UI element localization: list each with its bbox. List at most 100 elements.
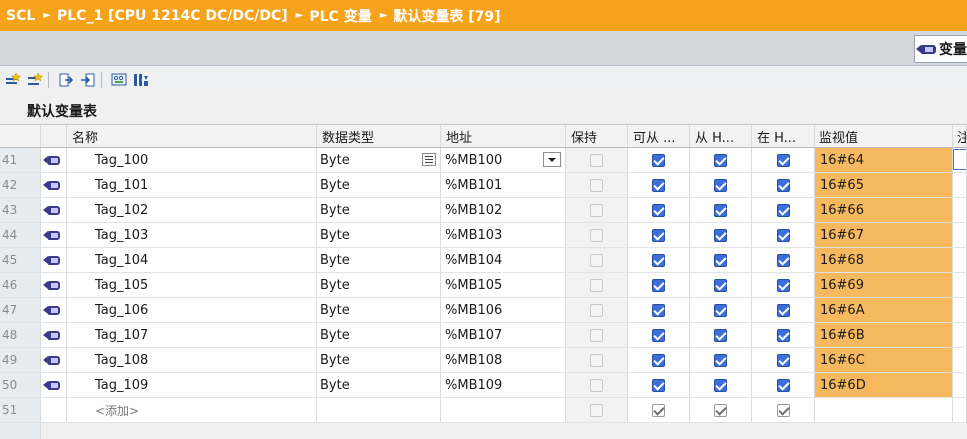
- accessible-checkbox[interactable]: [652, 178, 665, 192]
- comment-cell[interactable]: [953, 198, 967, 222]
- tag-name-cell[interactable]: Tag_106: [67, 298, 317, 322]
- column-header-address[interactable]: 地址: [441, 125, 566, 147]
- column-header-visible[interactable]: 在 H...: [752, 125, 815, 147]
- datatype-cell[interactable]: Byte: [317, 273, 441, 297]
- address-cell[interactable]: %MB104: [441, 248, 566, 272]
- accessible-checkbox[interactable]: [652, 253, 665, 267]
- table-row[interactable]: 49 Tag_108 Byte %MB108 16#6C: [0, 348, 967, 373]
- visible-checkbox[interactable]: [776, 353, 790, 367]
- accessible-checkbox[interactable]: [652, 278, 665, 292]
- tag-name-cell[interactable]: Tag_103: [67, 223, 317, 247]
- address-cell[interactable]: %MB107: [441, 323, 566, 347]
- accessible-checkbox[interactable]: [652, 353, 665, 367]
- insert-row-icon[interactable]: [4, 71, 22, 89]
- address-cell[interactable]: %MB105: [441, 273, 566, 297]
- column-header-comment[interactable]: 注: [953, 125, 967, 147]
- table-row[interactable]: 43 Tag_102 Byte %MB102 16#66: [0, 198, 967, 223]
- visible-checkbox[interactable]: [776, 303, 790, 317]
- breadcrumb-item[interactable]: PLC_1 [CPU 1214C DC/DC/DC]: [57, 8, 288, 24]
- datatype-cell[interactable]: Byte: [317, 323, 441, 347]
- column-header-datatype[interactable]: 数据类型: [317, 125, 441, 147]
- comment-cell[interactable]: [953, 223, 967, 247]
- retain-checkbox[interactable]: [590, 378, 603, 392]
- datatype-cell[interactable]: Byte: [317, 173, 441, 197]
- export-icon[interactable]: [57, 71, 75, 89]
- address-cell[interactable]: %MB108: [441, 348, 566, 372]
- breadcrumb-item[interactable]: 默认变量表 [79]: [393, 6, 500, 26]
- add-new-tag[interactable]: <添加>: [67, 398, 317, 422]
- writable-checkbox[interactable]: [714, 203, 727, 217]
- column-header-accessible[interactable]: 可从 ...: [628, 125, 690, 147]
- visible-checkbox[interactable]: [776, 153, 790, 167]
- retain-checkbox[interactable]: [590, 328, 603, 342]
- visible-checkbox[interactable]: [776, 253, 790, 267]
- column-header-name[interactable]: 名称: [67, 125, 317, 147]
- comment-cell[interactable]: [953, 173, 967, 197]
- table-row[interactable]: 47 Tag_106 Byte %MB106 16#6A: [0, 298, 967, 323]
- datatype-cell[interactable]: Byte: [317, 298, 441, 322]
- tab-variables[interactable]: 变量: [914, 35, 967, 63]
- tag-name-cell[interactable]: Tag_100: [67, 148, 317, 172]
- tag-name-cell[interactable]: Tag_102: [67, 198, 317, 222]
- address-cell[interactable]: %MB102: [441, 198, 566, 222]
- address-cell[interactable]: %MB100: [441, 148, 566, 172]
- retain-checkbox[interactable]: [590, 178, 603, 192]
- datatype-cell[interactable]: Byte: [317, 373, 441, 397]
- visible-checkbox[interactable]: [776, 203, 790, 217]
- retain-checkbox[interactable]: [590, 278, 603, 292]
- writable-checkbox[interactable]: [714, 178, 727, 192]
- comment-cell[interactable]: [953, 323, 967, 347]
- table-row[interactable]: 41 Tag_100 Byte %MB100 16#64: [0, 148, 967, 173]
- table-row[interactable]: 46 Tag_105 Byte %MB105 16#69: [0, 273, 967, 298]
- monitor-all-icon[interactable]: [110, 71, 128, 89]
- address-cell[interactable]: %MB103: [441, 223, 566, 247]
- retain-checkbox[interactable]: [590, 228, 603, 242]
- retain-checkbox[interactable]: [590, 353, 603, 367]
- column-header-monitor[interactable]: 监视值: [815, 125, 953, 147]
- retain-checkbox[interactable]: [590, 253, 603, 267]
- column-header-writable[interactable]: 从 H...: [690, 125, 752, 147]
- visible-checkbox[interactable]: [776, 378, 790, 392]
- writable-checkbox[interactable]: [714, 353, 727, 367]
- comment-cell[interactable]: [953, 348, 967, 372]
- tag-name-cell[interactable]: Tag_101: [67, 173, 317, 197]
- tag-name-cell[interactable]: Tag_108: [67, 348, 317, 372]
- datatype-picker-icon[interactable]: [422, 153, 436, 166]
- comment-cell[interactable]: [953, 373, 967, 397]
- add-row-icon[interactable]: [26, 71, 44, 89]
- accessible-checkbox[interactable]: [652, 228, 665, 242]
- visible-checkbox[interactable]: [776, 278, 790, 292]
- retain-checkbox[interactable]: [590, 153, 603, 167]
- accessible-checkbox[interactable]: [652, 303, 665, 317]
- writable-checkbox[interactable]: [714, 153, 727, 167]
- table-row[interactable]: 45 Tag_104 Byte %MB104 16#68: [0, 248, 967, 273]
- datatype-cell[interactable]: Byte: [317, 148, 441, 172]
- writable-checkbox[interactable]: [714, 378, 727, 392]
- writable-checkbox[interactable]: [714, 403, 727, 417]
- table-row[interactable]: 44 Tag_103 Byte %MB103 16#67: [0, 223, 967, 248]
- writable-checkbox[interactable]: [714, 278, 727, 292]
- breadcrumb-item[interactable]: SCL: [0, 8, 35, 24]
- visible-checkbox[interactable]: [776, 328, 790, 342]
- writable-checkbox[interactable]: [714, 328, 727, 342]
- table-row[interactable]: 50 Tag_109 Byte %MB109 16#6D: [0, 373, 967, 398]
- comment-cell[interactable]: [953, 273, 967, 297]
- comment-cell[interactable]: [953, 148, 967, 172]
- address-cell[interactable]: %MB109: [441, 373, 566, 397]
- tag-name-cell[interactable]: Tag_104: [67, 248, 317, 272]
- datatype-cell[interactable]: Byte: [317, 198, 441, 222]
- tag-name-cell[interactable]: Tag_107: [67, 323, 317, 347]
- modify-icon[interactable]: [132, 71, 150, 89]
- address-cell[interactable]: %MB106: [441, 298, 566, 322]
- comment-cell[interactable]: [953, 248, 967, 272]
- table-row[interactable]: 48 Tag_107 Byte %MB107 16#6B: [0, 323, 967, 348]
- breadcrumb-item[interactable]: PLC 变量: [309, 6, 371, 26]
- retain-checkbox[interactable]: [590, 203, 603, 217]
- accessible-checkbox[interactable]: [652, 153, 665, 167]
- add-row[interactable]: 51 <添加>: [0, 398, 967, 423]
- accessible-checkbox[interactable]: [652, 328, 665, 342]
- column-header-retain[interactable]: 保持: [566, 125, 628, 147]
- datatype-cell[interactable]: Byte: [317, 248, 441, 272]
- datatype-cell[interactable]: Byte: [317, 223, 441, 247]
- writable-checkbox[interactable]: [714, 253, 727, 267]
